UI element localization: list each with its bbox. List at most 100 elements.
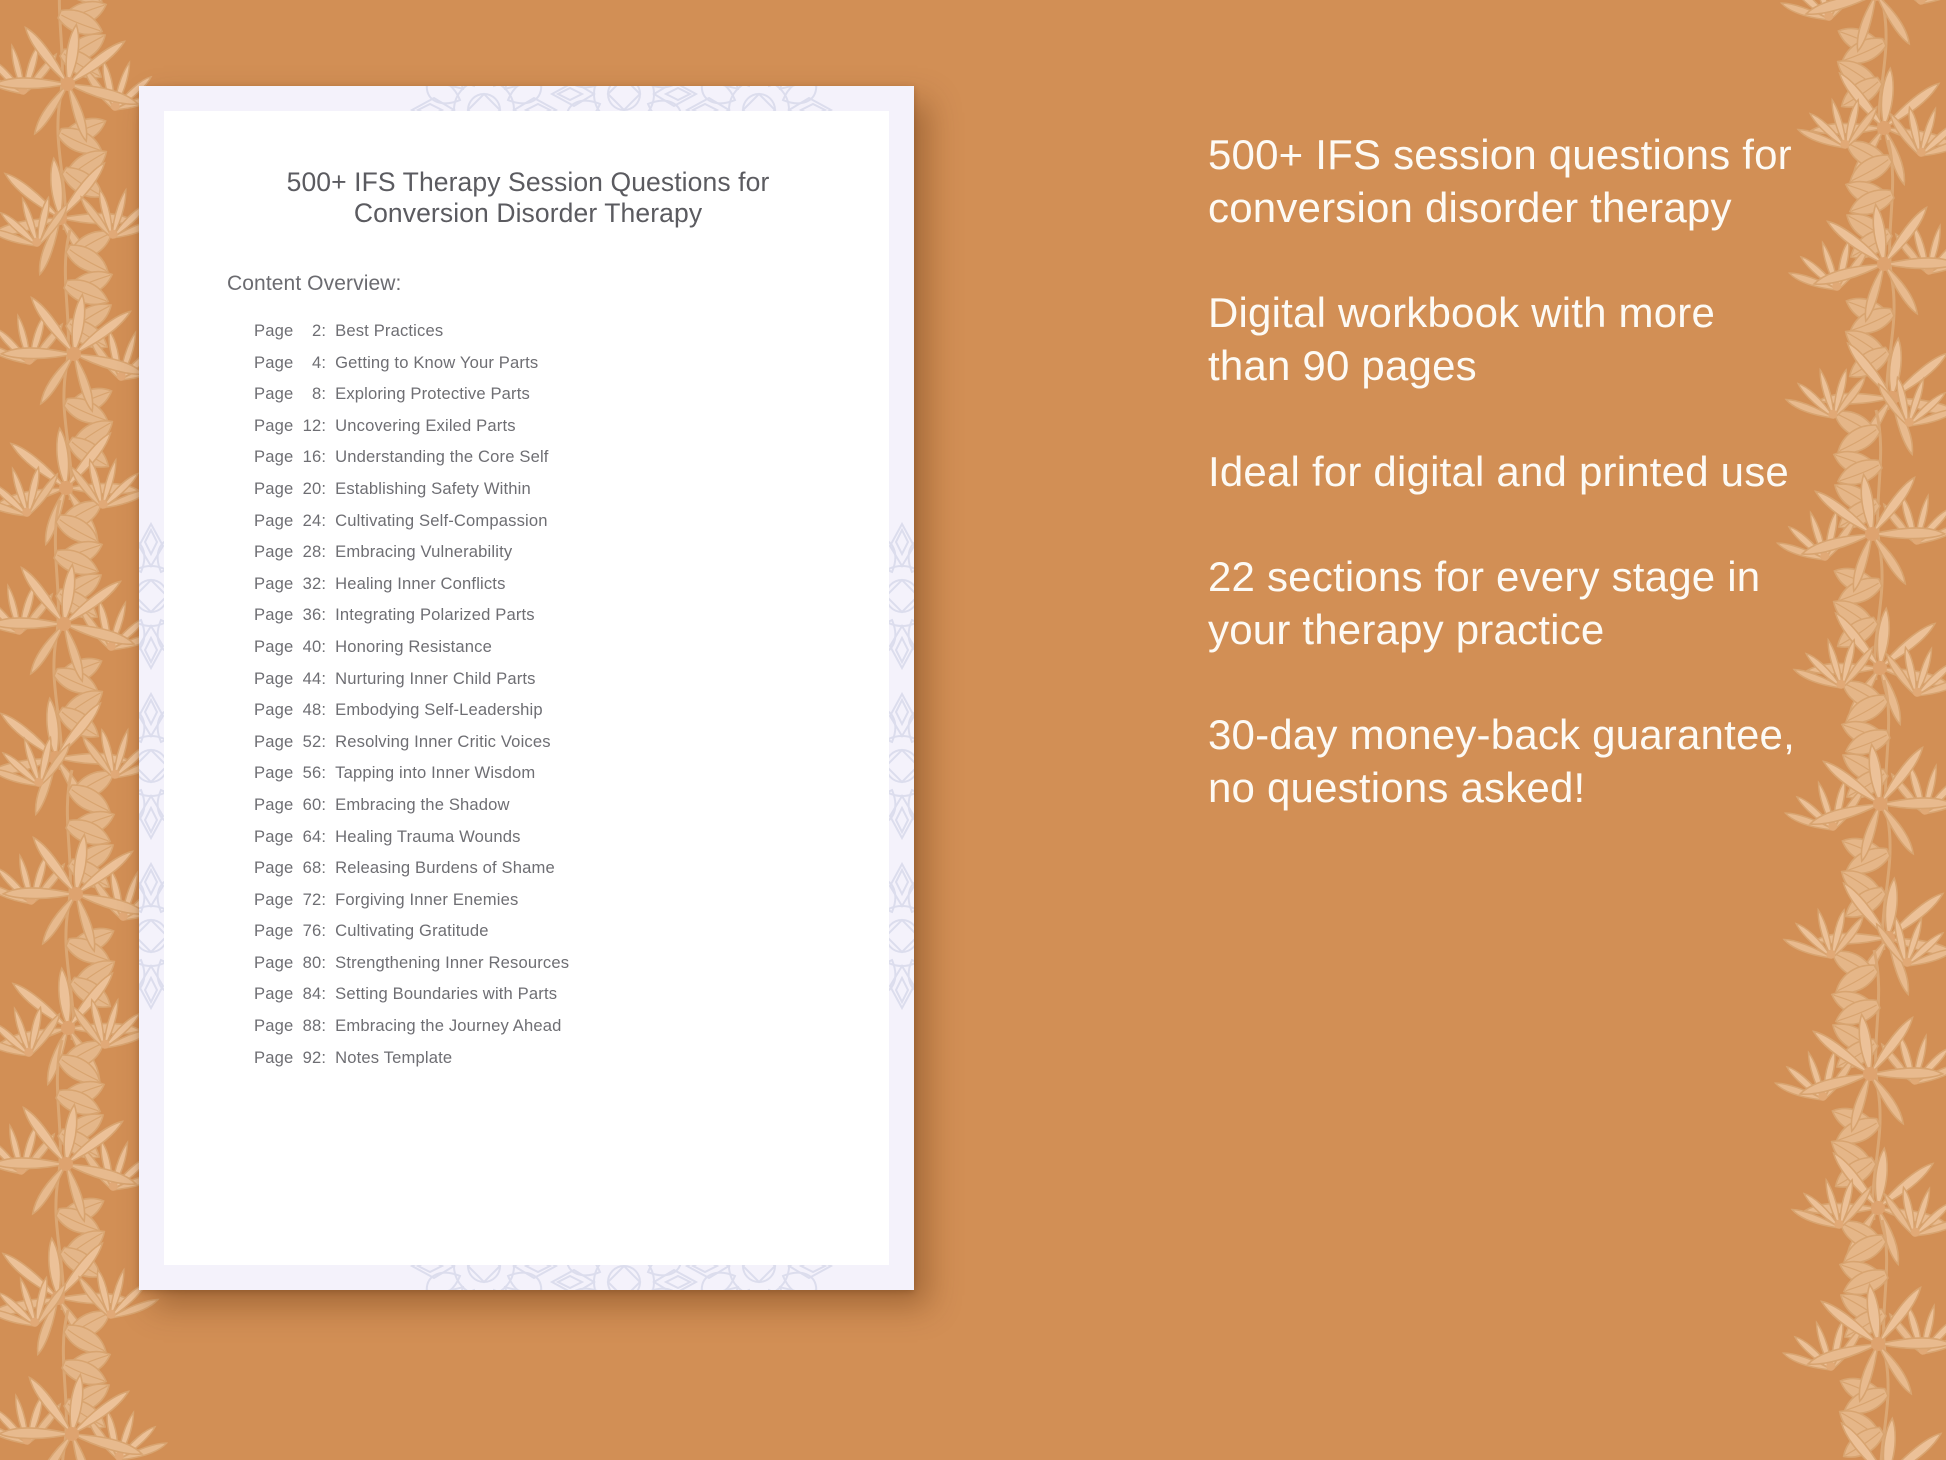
toc-section-title: Getting to Know Your Parts <box>335 352 539 372</box>
content-overview-label: Content Overview: <box>227 272 402 295</box>
toc-section-title: Embodying Self-Leadership <box>335 700 543 720</box>
marketing-copy-list: 500+ IFS session questions for conversio… <box>1208 128 1808 814</box>
toc-separator: : <box>321 700 327 720</box>
toc-page-word: Page <box>254 447 294 467</box>
table-of-contents-row: Page 2: Best Practices <box>227 321 847 353</box>
marketing-bullet: 22 sections for every stage in your ther… <box>1208 552 1761 653</box>
table-of-contents-row: Page 52: Resolving Inner Critic Voices <box>227 732 847 764</box>
toc-section-title: Healing Inner Conflicts <box>335 573 506 593</box>
toc-page-word: Page <box>254 415 294 435</box>
toc-page-number: 2 <box>311 321 322 340</box>
toc-section-title: Establishing Safety Within <box>335 478 531 498</box>
document-page: 500+ IFS Therapy Session Questions for C… <box>164 111 889 1265</box>
toc-separator: : <box>321 731 327 751</box>
table-of-contents-row: Page 4: Getting to Know Your Parts <box>227 353 847 385</box>
toc-page-word: Page <box>254 636 294 656</box>
toc-page-number: 44 <box>302 668 322 688</box>
toc-section-title: Honoring Resistance <box>335 636 493 656</box>
toc-page-number: 28 <box>302 542 322 562</box>
toc-section-title: Tapping into Inner Wisdom <box>335 763 536 783</box>
table-of-contents-row: Page 84: Setting Boundaries with Parts <box>227 984 847 1016</box>
toc-page-word: Page <box>254 668 294 688</box>
toc-section-title: Cultivating Self-Compassion <box>335 510 548 530</box>
toc-page-number: 12 <box>302 415 322 435</box>
toc-page-number: 52 <box>302 731 322 751</box>
table-of-contents-row: Page 64: Healing Trauma Wounds <box>227 827 847 859</box>
toc-page-number: 76 <box>302 921 322 941</box>
toc-separator: : <box>321 889 327 909</box>
toc-separator: : <box>321 921 327 941</box>
toc-section-title: Uncovering Exiled Parts <box>335 415 516 435</box>
marketing-bullet: 30-day money-back guarantee, no question… <box>1208 710 1795 811</box>
toc-page-word: Page <box>254 573 294 593</box>
toc-page-word: Page <box>254 478 294 498</box>
marketing-bullet: 500+ IFS session questions for conversio… <box>1208 131 1792 232</box>
toc-separator: : <box>321 605 327 625</box>
toc-separator: : <box>321 952 327 972</box>
toc-page-word: Page <box>254 542 294 562</box>
toc-separator: : <box>321 984 327 1004</box>
toc-page-number: 60 <box>302 794 322 814</box>
toc-separator: : <box>321 636 327 656</box>
toc-separator: : <box>321 573 327 593</box>
table-of-contents-row: Page 12: Uncovering Exiled Parts <box>227 416 847 448</box>
document-preview-card: 500+ IFS Therapy Session Questions for C… <box>139 86 914 1290</box>
toc-separator: : <box>321 542 327 562</box>
table-of-contents-row: Page 40: Honoring Resistance <box>227 637 847 669</box>
toc-separator: : <box>321 668 327 688</box>
table-of-contents-row: Page 68: Releasing Burdens of Shame <box>227 858 847 890</box>
marketing-bullet: Ideal for digital and printed use <box>1208 447 1789 495</box>
product-listing-image: 500+ IFS Therapy Session Questions for C… <box>0 0 1946 1460</box>
toc-page-number: 68 <box>302 858 322 878</box>
toc-separator: : <box>321 352 327 372</box>
table-of-contents-row: Page 24: Cultivating Self-Compassion <box>227 511 847 543</box>
toc-page-word: Page <box>254 826 294 846</box>
toc-section-title: Exploring Protective Parts <box>335 384 530 404</box>
toc-page-word: Page <box>254 700 294 720</box>
toc-page-word: Page <box>254 1016 294 1036</box>
toc-section-title: Strengthening Inner Resources <box>335 952 570 972</box>
table-of-contents-row: Page 92: Notes Template <box>227 1048 847 1080</box>
toc-separator: : <box>321 826 327 846</box>
toc-page-number: 36 <box>302 605 322 625</box>
toc-separator: : <box>321 510 327 530</box>
table-of-contents-row: Page 72: Forgiving Inner Enemies <box>227 890 847 922</box>
toc-separator: : <box>321 478 327 498</box>
toc-section-title: Cultivating Gratitude <box>335 921 489 941</box>
toc-page-word: Page <box>254 794 294 814</box>
toc-page-number: 4 <box>311 352 322 372</box>
toc-page-word: Page <box>254 984 294 1004</box>
toc-separator: : <box>321 321 327 340</box>
toc-section-title: Embracing the Journey Ahead <box>335 1016 562 1036</box>
toc-page-number: 64 <box>302 826 322 846</box>
toc-separator: : <box>321 415 327 435</box>
table-of-contents-row: Page 48: Embodying Self-Leadership <box>227 700 847 732</box>
toc-section-title: Nurturing Inner Child Parts <box>335 668 536 688</box>
table-of-contents-row: Page 80: Strengthening Inner Resources <box>227 953 847 985</box>
table-of-contents-row: Page 28: Embracing Vulnerability <box>227 542 847 574</box>
toc-section-title: Setting Boundaries with Parts <box>335 984 558 1004</box>
toc-separator: : <box>321 447 327 467</box>
marketing-bullet: Digital workbook with more than 90 pages <box>1208 289 1716 390</box>
table-of-contents-row: Page 20: Establishing Safety Within <box>227 479 847 511</box>
toc-page-number: 32 <box>302 573 322 593</box>
toc-page-word: Page <box>254 858 294 878</box>
toc-separator: : <box>321 1047 327 1067</box>
table-of-contents-row: Page 60: Embracing the Shadow <box>227 795 847 827</box>
toc-section-title: Integrating Polarized Parts <box>335 605 535 625</box>
toc-section-title: Releasing Burdens of Shame <box>335 858 555 878</box>
toc-page-word: Page <box>254 1047 294 1067</box>
toc-page-number: 92 <box>302 1047 322 1067</box>
toc-page-number: 56 <box>302 763 322 783</box>
table-of-contents-row: Page 44: Nurturing Inner Child Parts <box>227 669 847 701</box>
toc-section-title: Resolving Inner Critic Voices <box>335 731 551 751</box>
toc-section-title: Best Practices <box>335 321 444 340</box>
toc-page-number: 16 <box>302 447 322 467</box>
toc-section-title: Embracing the Shadow <box>335 794 510 814</box>
toc-page-number: 24 <box>302 510 322 530</box>
table-of-contents-row: Page 8: Exploring Protective Parts <box>227 384 847 416</box>
toc-page-number: 80 <box>302 952 322 972</box>
toc-page-number: 40 <box>302 636 322 656</box>
toc-section-title: Forgiving Inner Enemies <box>335 889 519 909</box>
toc-page-word: Page <box>254 952 294 972</box>
